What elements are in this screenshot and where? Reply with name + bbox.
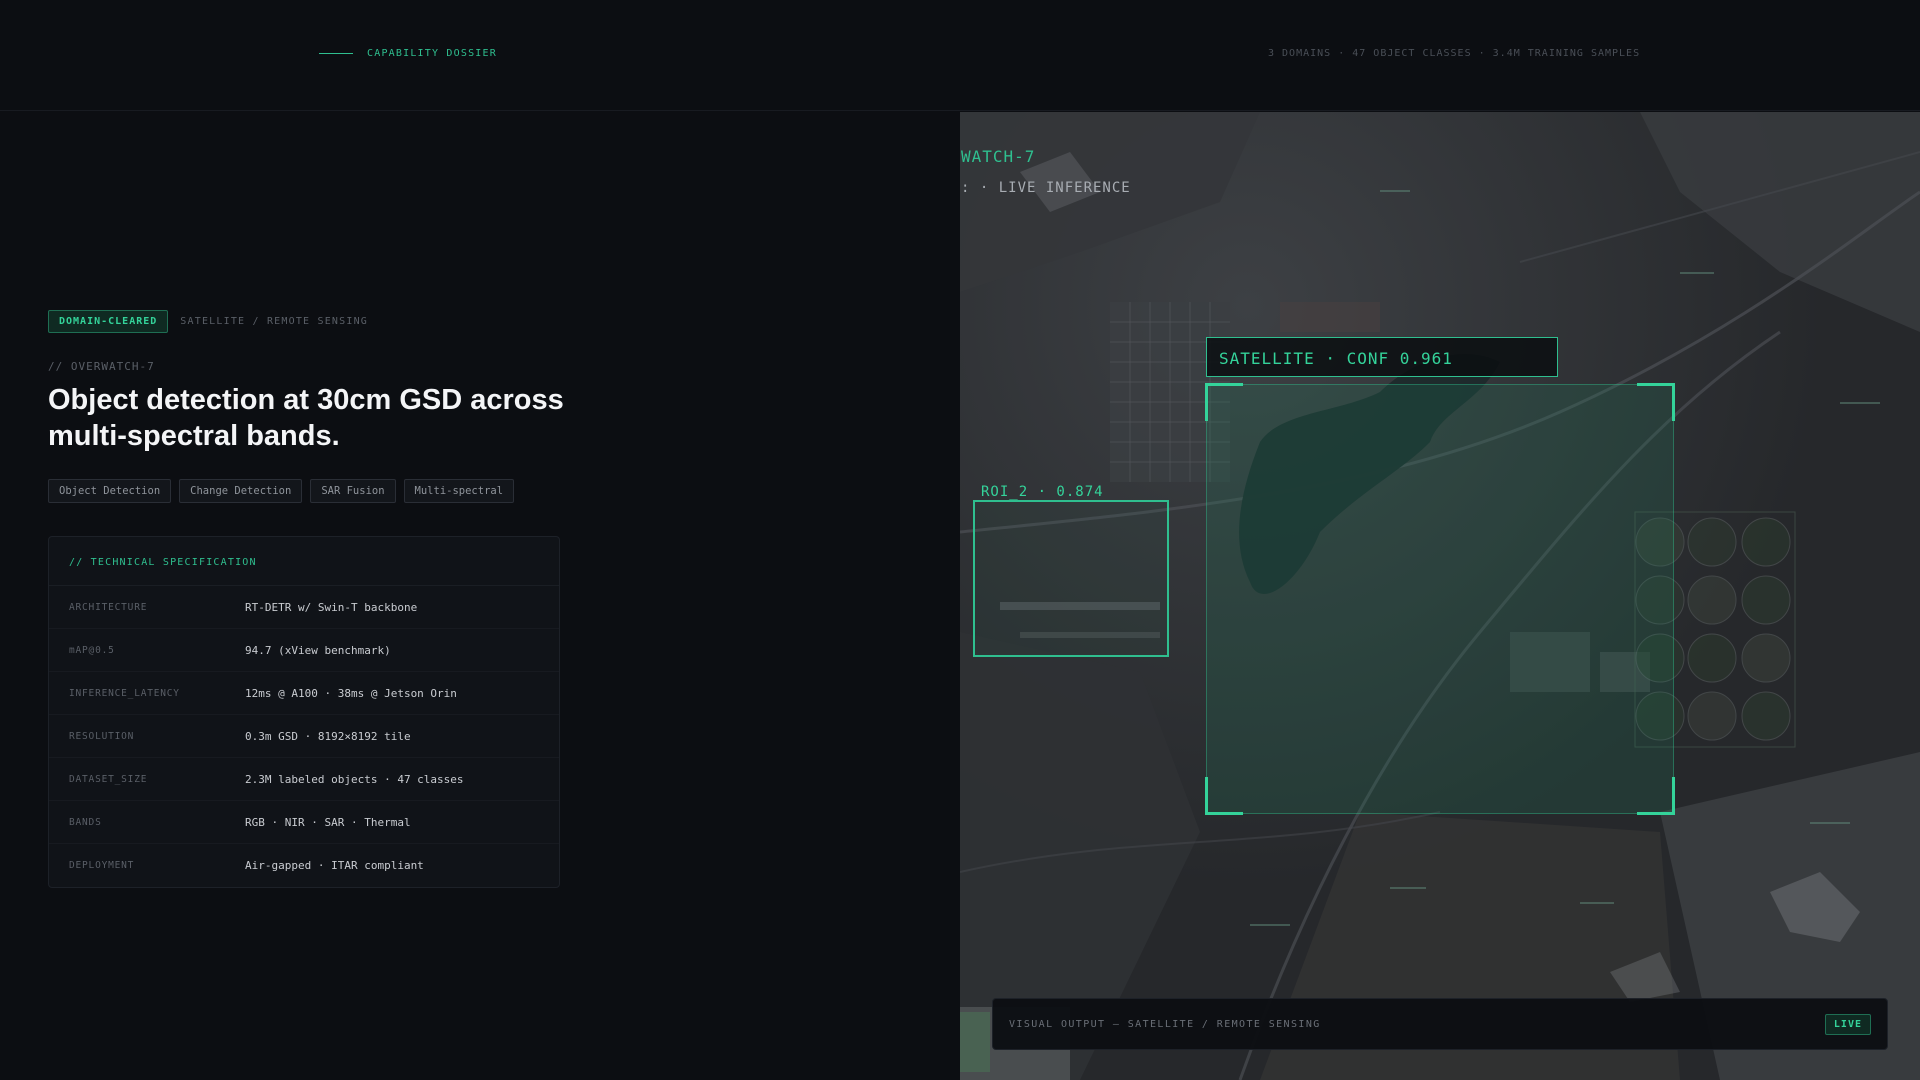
detection-box-roi xyxy=(973,500,1169,657)
capability-chips: Object Detection Change Detection SAR Fu… xyxy=(48,479,514,503)
spec-row: mAP@0.5 94.7 (xView benchmark) xyxy=(49,629,559,672)
page-title: Object detection at 30cm GSD across mult… xyxy=(48,382,568,454)
spec-key: mAP@0.5 xyxy=(69,645,245,656)
corner-bracket xyxy=(1205,777,1243,815)
spec-value: RGB · NIR · SAR · Thermal xyxy=(245,816,411,829)
corner-bracket xyxy=(1205,383,1243,421)
spec-key: DEPLOYMENT xyxy=(69,860,245,871)
hud-system-name: WATCH-7 xyxy=(961,147,1035,166)
corner-bracket xyxy=(1637,777,1675,815)
spec-row: RESOLUTION 0.3m GSD · 8192×8192 tile xyxy=(49,715,559,758)
spec-value: 94.7 (xView benchmark) xyxy=(245,644,391,657)
satellite-visual: WATCH-7 : · LIVE INFERENCE SATELLITE · C… xyxy=(960,112,1920,1080)
system-id: // OVERWATCH-7 xyxy=(48,360,155,373)
accent-line xyxy=(319,53,353,54)
header-stats: 3 DOMAINS · 47 OBJECT CLASSES · 3.4M TRA… xyxy=(1268,48,1640,59)
spec-row: DATASET_SIZE 2.3M labeled objects · 47 c… xyxy=(49,758,559,801)
spec-row: DEPLOYMENT Air-gapped · ITAR compliant xyxy=(49,844,559,887)
spec-title: // TECHNICAL SPECIFICATION xyxy=(49,537,559,586)
spec-value: 2.3M labeled objects · 47 classes xyxy=(245,773,464,786)
spec-value: RT-DETR w/ Swin-T backbone xyxy=(245,601,417,614)
section-label: CAPABILITY DOSSIER xyxy=(367,48,497,59)
hud-mode: : · LIVE INFERENCE xyxy=(961,180,1131,196)
spec-key: INFERENCE_LATENCY xyxy=(69,688,245,699)
spec-key: BANDS xyxy=(69,817,245,828)
visual-caption: VISUAL OUTPUT — SATELLITE / REMOTE SENSI… xyxy=(1009,1019,1321,1030)
detection-box-main xyxy=(1206,384,1674,814)
domain-label: SATELLITE / REMOTE SENSING xyxy=(180,316,368,327)
live-badge: LIVE xyxy=(1825,1014,1871,1035)
spec-key: ARCHITECTURE xyxy=(69,602,245,613)
spec-table: // TECHNICAL SPECIFICATION ARCHITECTURE … xyxy=(48,536,560,888)
capability-chip: Multi-spectral xyxy=(404,479,515,503)
spec-key: DATASET_SIZE xyxy=(69,774,245,785)
spec-row: INFERENCE_LATENCY 12ms @ A100 · 38ms @ J… xyxy=(49,672,559,715)
spec-value: 0.3m GSD · 8192×8192 tile xyxy=(245,730,411,743)
dossier-panel: DOMAIN-CLEARED SATELLITE / REMOTE SENSIN… xyxy=(0,112,960,1080)
corner-bracket xyxy=(1637,383,1675,421)
spec-value: 12ms @ A100 · 38ms @ Jetson Orin xyxy=(245,687,457,700)
badge-row: DOMAIN-CLEARED SATELLITE / REMOTE SENSIN… xyxy=(48,310,368,333)
visual-caption-bar: VISUAL OUTPUT — SATELLITE / REMOTE SENSI… xyxy=(992,998,1888,1050)
capability-chip: Object Detection xyxy=(48,479,171,503)
detection-label-roi: ROI_2 · 0.874 xyxy=(981,484,1104,500)
spec-value: Air-gapped · ITAR compliant xyxy=(245,859,424,872)
capability-chip: SAR Fusion xyxy=(310,479,395,503)
spec-row: ARCHITECTURE RT-DETR w/ Swin-T backbone xyxy=(49,586,559,629)
spec-key: RESOLUTION xyxy=(69,731,245,742)
status-badge: DOMAIN-CLEARED xyxy=(48,310,168,333)
top-header: CAPABILITY DOSSIER 3 DOMAINS · 47 OBJECT… xyxy=(0,0,1920,111)
section-indicator: CAPABILITY DOSSIER xyxy=(319,48,497,59)
detection-label-main: SATELLITE · CONF 0.961 xyxy=(1206,337,1558,377)
capability-chip: Change Detection xyxy=(179,479,302,503)
spec-row: BANDS RGB · NIR · SAR · Thermal xyxy=(49,801,559,844)
